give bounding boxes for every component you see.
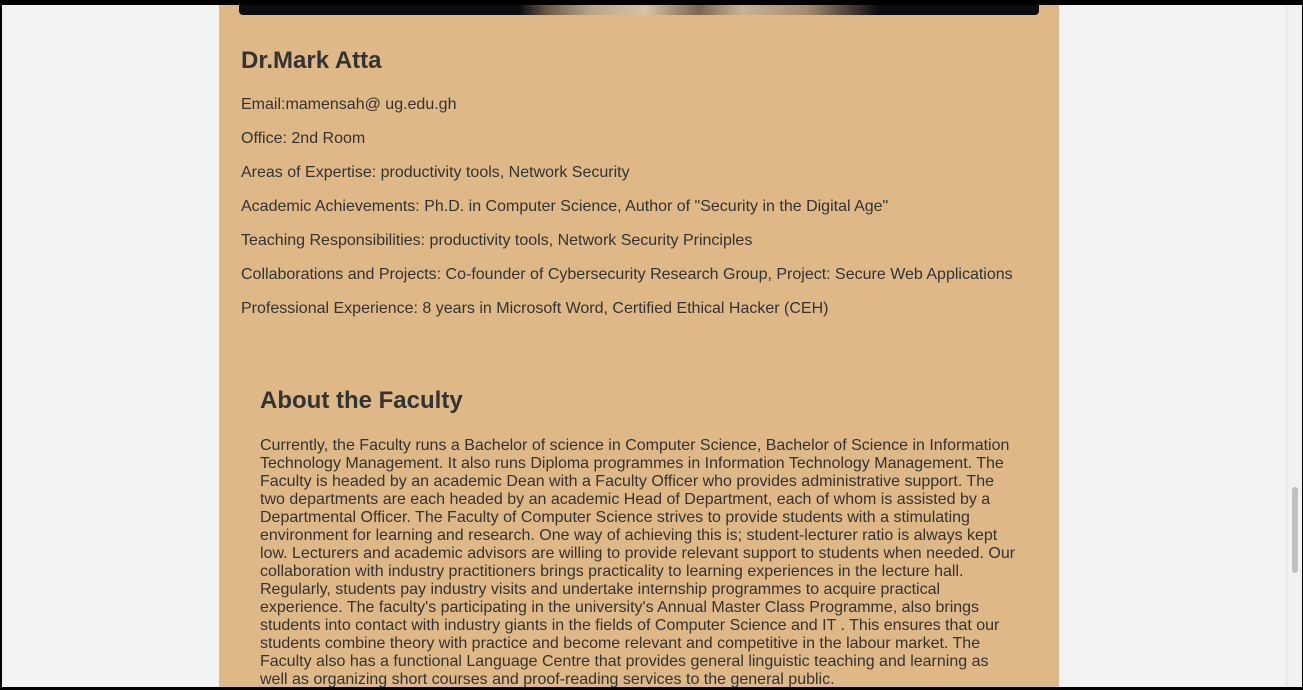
profile-name: Dr.Mark Atta bbox=[241, 47, 382, 74]
profile-teaching: Teaching Responsibilities: productivity … bbox=[241, 232, 753, 249]
about-text: Currently, the Faculty runs a Bachelor o… bbox=[260, 437, 1016, 687]
profile-achievements: Academic Achievements: Ph.D. in Computer… bbox=[241, 198, 889, 215]
profile-expertise: Areas of Expertise: productivity tools, … bbox=[241, 164, 630, 181]
page-viewport: Dr.Mark Atta Email:mamensah@ ug.edu.gh O… bbox=[2, 5, 1286, 687]
profile-email: Email:mamensah@ ug.edu.gh bbox=[241, 96, 457, 113]
vertical-scrollbar[interactable] bbox=[1286, 5, 1302, 687]
profile-photo-face bbox=[519, 5, 879, 15]
faculty-card: Dr.Mark Atta Email:mamensah@ ug.edu.gh O… bbox=[219, 5, 1059, 687]
profile-office: Office: 2nd Room bbox=[241, 130, 366, 147]
profile-experience: Professional Experience: 8 years in Micr… bbox=[241, 300, 829, 317]
profile-collaborations: Collaborations and Projects: Co-founder … bbox=[241, 266, 1013, 283]
about-title: About the Faculty bbox=[260, 387, 463, 414]
profile-photo bbox=[239, 5, 1039, 15]
scrollbar-thumb[interactable] bbox=[1292, 487, 1298, 573]
